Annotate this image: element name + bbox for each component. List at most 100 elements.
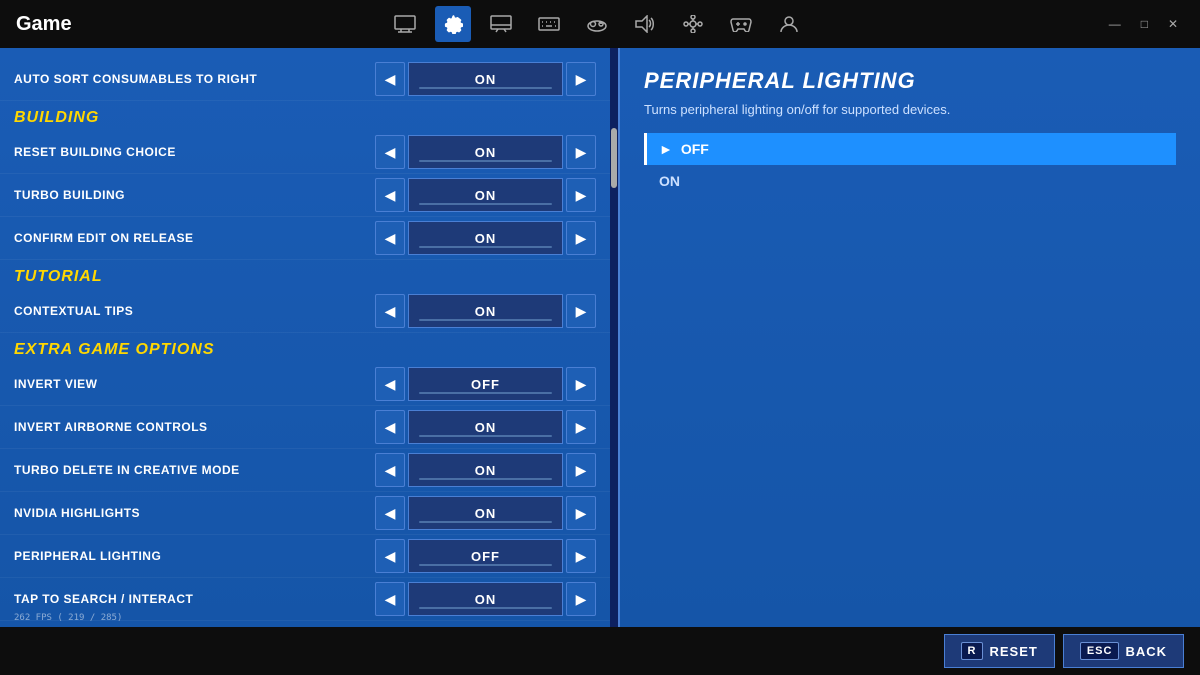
setting-control-auto-sort: ◀ ON ▶ <box>375 62 596 96</box>
minimize-button[interactable]: — <box>1103 15 1127 33</box>
setting-label-turbo-delete: TURBO DELETE IN CREATIVE MODE <box>14 463 375 477</box>
option-on[interactable]: ON <box>644 165 1176 197</box>
arrow-right-reset-building[interactable]: ▶ <box>566 135 596 169</box>
back-label: BACK <box>1125 644 1167 659</box>
maximize-button[interactable]: □ <box>1135 15 1154 33</box>
arrow-left-invert-airborne[interactable]: ◀ <box>375 410 405 444</box>
value-reset-building: ON <box>408 135 563 169</box>
gamepad-icon[interactable] <box>723 6 759 42</box>
setting-label-invert-view: INVERT VIEW <box>14 377 375 391</box>
setting-row-invert-view: INVERT VIEW ◀ OFF ▶ <box>0 363 610 406</box>
value-underline <box>419 478 552 480</box>
reset-key: R <box>961 642 984 660</box>
controller2-icon[interactable] <box>579 6 615 42</box>
value-turbo-delete: ON <box>408 453 563 487</box>
setting-label-peripheral-lighting: PERIPHERAL LIGHTING <box>14 549 375 563</box>
setting-row-turbo-delete: TURBO DELETE IN CREATIVE MODE ◀ ON ▶ <box>0 449 610 492</box>
setting-label-invert-airborne: INVERT AIRBORNE CONTROLS <box>14 420 375 434</box>
arrow-right-tap-search[interactable]: ▶ <box>566 582 596 616</box>
setting-control-turbo-delete: ◀ ON ▶ <box>375 453 596 487</box>
section-header-extra: EXTRA GAME OPTIONS <box>0 333 610 363</box>
arrow-right-turbo-building[interactable]: ▶ <box>566 178 596 212</box>
setting-label-nvidia: NVIDIA HIGHLIGHTS <box>14 506 375 520</box>
monitor-icon[interactable] <box>387 6 423 42</box>
setting-row-contextual-tips: CONTEXTUAL TIPS ◀ ON ▶ <box>0 290 610 333</box>
arrow-left-confirm-edit[interactable]: ◀ <box>375 221 405 255</box>
scroll-thumb[interactable] <box>611 128 617 188</box>
arrow-right-confirm-edit[interactable]: ▶ <box>566 221 596 255</box>
left-panel: AUTO SORT CONSUMABLES TO RIGHT ◀ ON ▶ BU… <box>0 48 610 627</box>
setting-row-auto-sort: AUTO SORT CONSUMABLES TO RIGHT ◀ ON ▶ <box>0 58 610 101</box>
value-underline <box>419 392 552 394</box>
network-icon[interactable] <box>675 6 711 42</box>
setting-row-reset-building: RESET BUILDING CHOICE ◀ ON ▶ <box>0 131 610 174</box>
back-button[interactable]: ESC BACK <box>1063 634 1184 668</box>
setting-control-contextual-tips: ◀ ON ▶ <box>375 294 596 328</box>
window-controls: — □ ✕ <box>1103 15 1184 33</box>
value-contextual-tips: ON <box>408 294 563 328</box>
section-header-tutorial: TUTORIAL <box>0 260 610 290</box>
right-panel-subtitle: Turns peripheral lighting on/off for sup… <box>644 102 1176 117</box>
right-panel-title: PERIPHERAL LIGHTING <box>644 68 1176 94</box>
arrow-left-turbo-delete[interactable]: ◀ <box>375 453 405 487</box>
speaker-icon[interactable] <box>627 6 663 42</box>
arrow-right-invert-airborne[interactable]: ▶ <box>566 410 596 444</box>
setting-control-nvidia: ◀ ON ▶ <box>375 496 596 530</box>
arrow-left-reset-building[interactable]: ◀ <box>375 135 405 169</box>
option-off[interactable]: ► OFF <box>644 133 1176 165</box>
nav-icons <box>112 6 1083 42</box>
value-turbo-building: ON <box>408 178 563 212</box>
arrow-left-contextual-tips[interactable]: ◀ <box>375 294 405 328</box>
arrow-right-invert-view[interactable]: ▶ <box>566 367 596 401</box>
setting-label-tap-search: TAP TO SEARCH / INTERACT <box>14 592 375 606</box>
arrow-right-turbo-delete[interactable]: ▶ <box>566 453 596 487</box>
value-peripheral-lighting: OFF <box>408 539 563 573</box>
value-underline <box>419 319 552 321</box>
value-underline <box>419 521 552 523</box>
title-bar: Game — □ ✕ <box>0 0 1200 48</box>
value-underline <box>419 203 552 205</box>
arrow-right-auto-sort[interactable]: ▶ <box>566 62 596 96</box>
value-invert-airborne: ON <box>408 410 563 444</box>
right-panel: PERIPHERAL LIGHTING Turns peripheral lig… <box>618 48 1200 627</box>
setting-control-peripheral-lighting: ◀ OFF ▶ <box>375 539 596 573</box>
bottom-bar: R RESET ESC BACK <box>0 627 1200 675</box>
value-underline <box>419 435 552 437</box>
arrow-left-invert-view[interactable]: ◀ <box>375 367 405 401</box>
arrow-left-nvidia[interactable]: ◀ <box>375 496 405 530</box>
setting-label-turbo-building: TURBO BUILDING <box>14 188 375 202</box>
value-underline <box>419 160 552 162</box>
setting-row-turbo-building: TURBO BUILDING ◀ ON ▶ <box>0 174 610 217</box>
value-underline <box>419 246 552 248</box>
setting-control-confirm-edit: ◀ ON ▶ <box>375 221 596 255</box>
arrow-right-nvidia[interactable]: ▶ <box>566 496 596 530</box>
value-underline <box>419 87 552 89</box>
setting-control-invert-view: ◀ OFF ▶ <box>375 367 596 401</box>
gear-icon[interactable] <box>435 6 471 42</box>
close-button[interactable]: ✕ <box>1162 15 1184 33</box>
arrow-left-auto-sort[interactable]: ◀ <box>375 62 405 96</box>
arrow-left-turbo-building[interactable]: ◀ <box>375 178 405 212</box>
section-header-building: BUILDING <box>0 101 610 131</box>
scroll-divider <box>610 48 618 627</box>
setting-row-nvidia: NVIDIA HIGHLIGHTS ◀ ON ▶ <box>0 492 610 535</box>
selected-arrow-icon: ► <box>659 141 673 157</box>
arrow-right-peripheral-lighting[interactable]: ▶ <box>566 539 596 573</box>
setting-label-confirm-edit: CONFIRM EDIT ON RELEASE <box>14 231 375 245</box>
value-underline <box>419 564 552 566</box>
value-tap-search: ON <box>408 582 563 616</box>
value-invert-view: OFF <box>408 367 563 401</box>
setting-row-peripheral-lighting: PERIPHERAL LIGHTING ◀ OFF ▶ <box>0 535 610 578</box>
keyboard-icon[interactable] <box>531 6 567 42</box>
arrow-left-peripheral-lighting[interactable]: ◀ <box>375 539 405 573</box>
arrow-right-contextual-tips[interactable]: ▶ <box>566 294 596 328</box>
user-icon[interactable] <box>771 6 807 42</box>
setting-row-confirm-edit: CONFIRM EDIT ON RELEASE ◀ ON ▶ <box>0 217 610 260</box>
reset-button[interactable]: R RESET <box>944 634 1055 668</box>
display-icon[interactable] <box>483 6 519 42</box>
arrow-left-tap-search[interactable]: ◀ <box>375 582 405 616</box>
value-auto-sort: ON <box>408 62 563 96</box>
value-nvidia: ON <box>408 496 563 530</box>
reset-label: RESET <box>989 644 1037 659</box>
main-layout: AUTO SORT CONSUMABLES TO RIGHT ◀ ON ▶ BU… <box>0 48 1200 627</box>
